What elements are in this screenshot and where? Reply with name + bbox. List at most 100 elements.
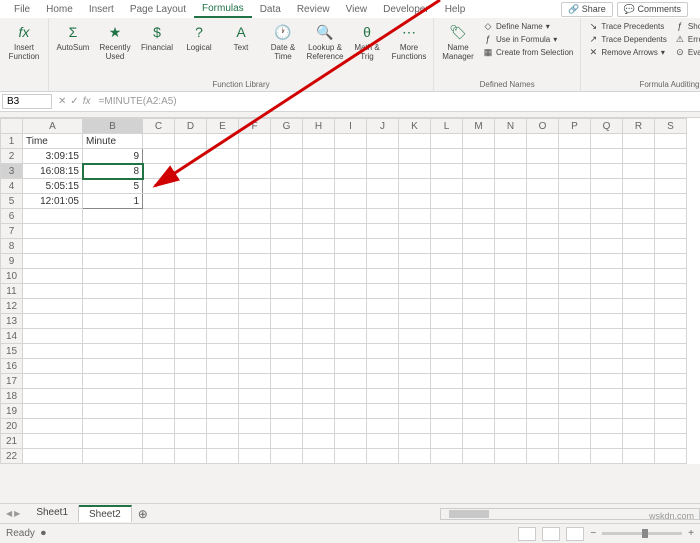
row-header-1[interactable]: 1: [1, 134, 23, 149]
cell-B20[interactable]: [83, 419, 143, 434]
cell-R20[interactable]: [623, 419, 655, 434]
cell-I21[interactable]: [335, 434, 367, 449]
cell-Q19[interactable]: [591, 404, 623, 419]
row-header-3[interactable]: 3: [1, 164, 23, 179]
cell-K4[interactable]: [399, 179, 431, 194]
cell-A4[interactable]: 5:05:15: [23, 179, 83, 194]
cell-P14[interactable]: [559, 329, 591, 344]
cell-D19[interactable]: [175, 404, 207, 419]
cell-F18[interactable]: [239, 389, 271, 404]
cell-Q4[interactable]: [591, 179, 623, 194]
cell-A19[interactable]: [23, 404, 83, 419]
cell-R7[interactable]: [623, 224, 655, 239]
sheet-tab-sheet1[interactable]: Sheet1: [26, 505, 79, 522]
row-header-4[interactable]: 4: [1, 179, 23, 194]
cell-H19[interactable]: [303, 404, 335, 419]
cell-B12[interactable]: [83, 299, 143, 314]
cell-C4[interactable]: [143, 179, 175, 194]
cell-J14[interactable]: [367, 329, 399, 344]
cell-M12[interactable]: [463, 299, 495, 314]
col-header-J[interactable]: J: [367, 119, 399, 134]
cell-O20[interactable]: [527, 419, 559, 434]
tab-insert[interactable]: Insert: [81, 2, 122, 17]
cell-B13[interactable]: [83, 314, 143, 329]
cell-D7[interactable]: [175, 224, 207, 239]
cell-B1[interactable]: Minute: [83, 134, 143, 149]
error-checking-button[interactable]: ⚠Error Checking ▾: [672, 33, 700, 45]
cell-H12[interactable]: [303, 299, 335, 314]
cell-C13[interactable]: [143, 314, 175, 329]
cell-A5[interactable]: 12:01:05: [23, 194, 83, 209]
cell-A9[interactable]: [23, 254, 83, 269]
cell-M9[interactable]: [463, 254, 495, 269]
row-header-7[interactable]: 7: [1, 224, 23, 239]
tab-help[interactable]: Help: [437, 2, 474, 17]
cell-J4[interactable]: [367, 179, 399, 194]
cell-P13[interactable]: [559, 314, 591, 329]
cell-M20[interactable]: [463, 419, 495, 434]
cell-D1[interactable]: [175, 134, 207, 149]
cell-K17[interactable]: [399, 374, 431, 389]
cell-K11[interactable]: [399, 284, 431, 299]
cell-I9[interactable]: [335, 254, 367, 269]
cell-G16[interactable]: [271, 359, 303, 374]
cell-J3[interactable]: [367, 164, 399, 179]
cell-B16[interactable]: [83, 359, 143, 374]
cell-B6[interactable]: [83, 209, 143, 224]
cell-J11[interactable]: [367, 284, 399, 299]
cell-S11[interactable]: [655, 284, 687, 299]
cell-A12[interactable]: [23, 299, 83, 314]
cell-J1[interactable]: [367, 134, 399, 149]
cell-P20[interactable]: [559, 419, 591, 434]
cell-H15[interactable]: [303, 344, 335, 359]
cell-J9[interactable]: [367, 254, 399, 269]
cell-K19[interactable]: [399, 404, 431, 419]
cell-A2[interactable]: 3:09:15: [23, 149, 83, 164]
cell-F17[interactable]: [239, 374, 271, 389]
cell-K5[interactable]: [399, 194, 431, 209]
col-header-C[interactable]: C: [143, 119, 175, 134]
cell-C16[interactable]: [143, 359, 175, 374]
cell-F22[interactable]: [239, 449, 271, 464]
cell-H16[interactable]: [303, 359, 335, 374]
cell-G6[interactable]: [271, 209, 303, 224]
cell-B3[interactable]: 8: [83, 164, 143, 179]
cell-Q17[interactable]: [591, 374, 623, 389]
page-layout-view-button[interactable]: [542, 527, 560, 541]
cell-M19[interactable]: [463, 404, 495, 419]
cell-O8[interactable]: [527, 239, 559, 254]
cell-K8[interactable]: [399, 239, 431, 254]
zoom-slider[interactable]: [602, 532, 682, 535]
cell-J15[interactable]: [367, 344, 399, 359]
cell-H9[interactable]: [303, 254, 335, 269]
row-header-17[interactable]: 17: [1, 374, 23, 389]
cell-O9[interactable]: [527, 254, 559, 269]
cell-O10[interactable]: [527, 269, 559, 284]
cell-S12[interactable]: [655, 299, 687, 314]
cell-L15[interactable]: [431, 344, 463, 359]
cell-N7[interactable]: [495, 224, 527, 239]
cell-G10[interactable]: [271, 269, 303, 284]
cell-Q6[interactable]: [591, 209, 623, 224]
cell-G2[interactable]: [271, 149, 303, 164]
cell-C20[interactable]: [143, 419, 175, 434]
sheet-nav-prev[interactable]: ◀: [6, 509, 12, 518]
cell-M8[interactable]: [463, 239, 495, 254]
cell-H20[interactable]: [303, 419, 335, 434]
cell-N18[interactable]: [495, 389, 527, 404]
cell-F12[interactable]: [239, 299, 271, 314]
cell-F19[interactable]: [239, 404, 271, 419]
cell-I8[interactable]: [335, 239, 367, 254]
cell-D13[interactable]: [175, 314, 207, 329]
row-header-2[interactable]: 2: [1, 149, 23, 164]
col-header-G[interactable]: G: [271, 119, 303, 134]
cell-I18[interactable]: [335, 389, 367, 404]
text-button[interactable]: AText: [221, 20, 261, 55]
cell-L19[interactable]: [431, 404, 463, 419]
cell-E2[interactable]: [207, 149, 239, 164]
cell-Q7[interactable]: [591, 224, 623, 239]
cell-C9[interactable]: [143, 254, 175, 269]
cell-P12[interactable]: [559, 299, 591, 314]
cell-B8[interactable]: [83, 239, 143, 254]
cell-R17[interactable]: [623, 374, 655, 389]
